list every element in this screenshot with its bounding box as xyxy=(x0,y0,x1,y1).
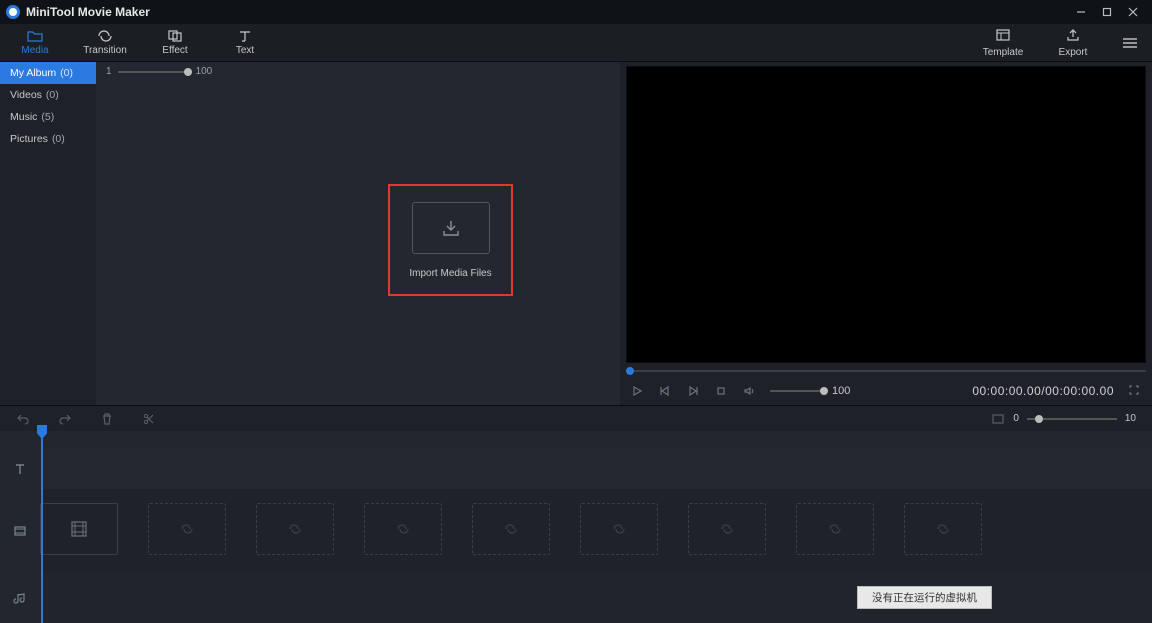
volume-slider[interactable]: 100 xyxy=(770,385,850,397)
thumb-slider-min: 1 xyxy=(106,66,112,77)
volume-value: 100 xyxy=(832,385,850,397)
clip-placeholder[interactable] xyxy=(472,503,550,555)
timeline-ruler[interactable] xyxy=(40,431,1152,449)
system-tooltip: 没有正在运行的虚拟机 xyxy=(857,586,992,609)
sidebar-item-my-album[interactable]: My Album (0) xyxy=(0,62,96,84)
tab-effect[interactable]: Effect xyxy=(140,24,210,61)
clip-placeholder[interactable] xyxy=(148,503,226,555)
sidebar-item-label: Music xyxy=(10,111,37,123)
export-button[interactable]: Export xyxy=(1038,24,1108,61)
delete-button[interactable] xyxy=(100,412,114,426)
transition-placeholder-icon xyxy=(287,521,303,537)
fullscreen-button[interactable] xyxy=(1128,384,1142,398)
timeline: 没有正在运行的虚拟机 xyxy=(0,431,1152,623)
preview-controls: 100 00:00:00.00/00:00:00.00 xyxy=(626,377,1146,405)
sidebar-item-videos[interactable]: Videos (0) xyxy=(0,84,96,106)
transition-placeholder-icon xyxy=(935,521,951,537)
sidebar-item-label: My Album xyxy=(10,67,56,79)
media-sidebar: My Album (0) Videos (0) Music (5) Pictur… xyxy=(0,62,96,405)
template-label: Template xyxy=(983,47,1024,58)
template-button[interactable]: Template xyxy=(968,24,1038,61)
tab-label: Effect xyxy=(162,45,187,56)
zoom-slider[interactable] xyxy=(1027,418,1117,420)
volume-icon[interactable] xyxy=(742,384,756,398)
sidebar-item-count: (5) xyxy=(41,111,54,123)
text-track-icon xyxy=(0,449,40,489)
template-icon xyxy=(995,28,1011,45)
stop-button[interactable] xyxy=(714,384,728,398)
prev-frame-button[interactable] xyxy=(658,384,672,398)
import-media-button[interactable] xyxy=(412,202,490,254)
thumb-slider-max: 100 xyxy=(196,66,213,77)
sidebar-item-label: Videos xyxy=(10,89,42,101)
sidebar-item-count: (0) xyxy=(46,89,59,101)
tab-transition[interactable]: Transition xyxy=(70,24,140,61)
zoom-min: 0 xyxy=(1013,413,1019,424)
timeline-toolbar: 0 10 xyxy=(0,405,1152,431)
tab-text[interactable]: Text xyxy=(210,24,280,61)
audio-track-icon xyxy=(0,573,40,623)
thumbnail-size-slider[interactable]: 1 100 xyxy=(106,66,212,77)
transition-placeholder-icon xyxy=(611,521,627,537)
video-track-icon xyxy=(0,489,40,573)
menu-button[interactable] xyxy=(1108,24,1152,61)
fit-zoom-button[interactable] xyxy=(991,412,1005,426)
import-highlight: Import Media Files xyxy=(388,184,513,296)
clip-placeholder[interactable] xyxy=(580,503,658,555)
app-logo-icon xyxy=(6,5,20,19)
transition-placeholder-icon xyxy=(179,521,195,537)
main-toolbar: Media Transition Effect Text Template Ex… xyxy=(0,24,1152,62)
undo-button[interactable] xyxy=(16,412,30,426)
export-icon xyxy=(1065,28,1081,45)
media-pane: 1 100 Import Media Files xyxy=(96,62,620,405)
film-icon xyxy=(69,519,89,539)
sidebar-item-label: Pictures xyxy=(10,133,48,145)
transition-placeholder-icon xyxy=(719,521,735,537)
clip-placeholder[interactable] xyxy=(40,503,118,555)
window-maximize-button[interactable] xyxy=(1094,0,1120,24)
export-label: Export xyxy=(1059,47,1088,58)
play-button[interactable] xyxy=(630,384,644,398)
hamburger-icon xyxy=(1121,36,1139,50)
text-icon xyxy=(237,29,253,43)
next-frame-button[interactable] xyxy=(686,384,700,398)
redo-button[interactable] xyxy=(58,412,72,426)
preview-panel: 100 00:00:00.00/00:00:00.00 xyxy=(620,62,1152,405)
transition-icon xyxy=(97,29,113,43)
transition-placeholder-icon xyxy=(395,521,411,537)
app-title: MiniTool Movie Maker xyxy=(26,5,150,19)
zoom-max: 10 xyxy=(1125,413,1136,424)
tab-label: Transition xyxy=(83,45,127,56)
clip-placeholder[interactable] xyxy=(688,503,766,555)
tab-label: Media xyxy=(21,45,48,56)
split-button[interactable] xyxy=(142,412,156,426)
clip-placeholder[interactable] xyxy=(256,503,334,555)
tab-label: Text xyxy=(236,45,254,56)
transition-placeholder-icon xyxy=(503,521,519,537)
sidebar-item-music[interactable]: Music (5) xyxy=(0,106,96,128)
import-icon xyxy=(440,217,462,239)
import-label: Import Media Files xyxy=(409,268,491,279)
clip-placeholder[interactable] xyxy=(904,503,982,555)
preview-screen xyxy=(626,66,1146,363)
preview-timecode: 00:00:00.00/00:00:00.00 xyxy=(972,384,1114,398)
effect-icon xyxy=(167,29,183,43)
folder-icon xyxy=(27,29,43,43)
sidebar-item-count: (0) xyxy=(52,133,65,145)
window-close-button[interactable] xyxy=(1120,0,1146,24)
title-bar: MiniTool Movie Maker xyxy=(0,0,1152,24)
clip-placeholder[interactable] xyxy=(796,503,874,555)
sidebar-item-pictures[interactable]: Pictures (0) xyxy=(0,128,96,150)
window-minimize-button[interactable] xyxy=(1068,0,1094,24)
sidebar-item-count: (0) xyxy=(60,67,73,79)
text-track[interactable] xyxy=(40,449,1152,489)
transition-placeholder-icon xyxy=(827,521,843,537)
tab-media[interactable]: Media xyxy=(0,24,70,61)
clip-placeholder[interactable] xyxy=(364,503,442,555)
preview-scrubber[interactable] xyxy=(626,367,1146,375)
video-track[interactable] xyxy=(40,489,1152,573)
